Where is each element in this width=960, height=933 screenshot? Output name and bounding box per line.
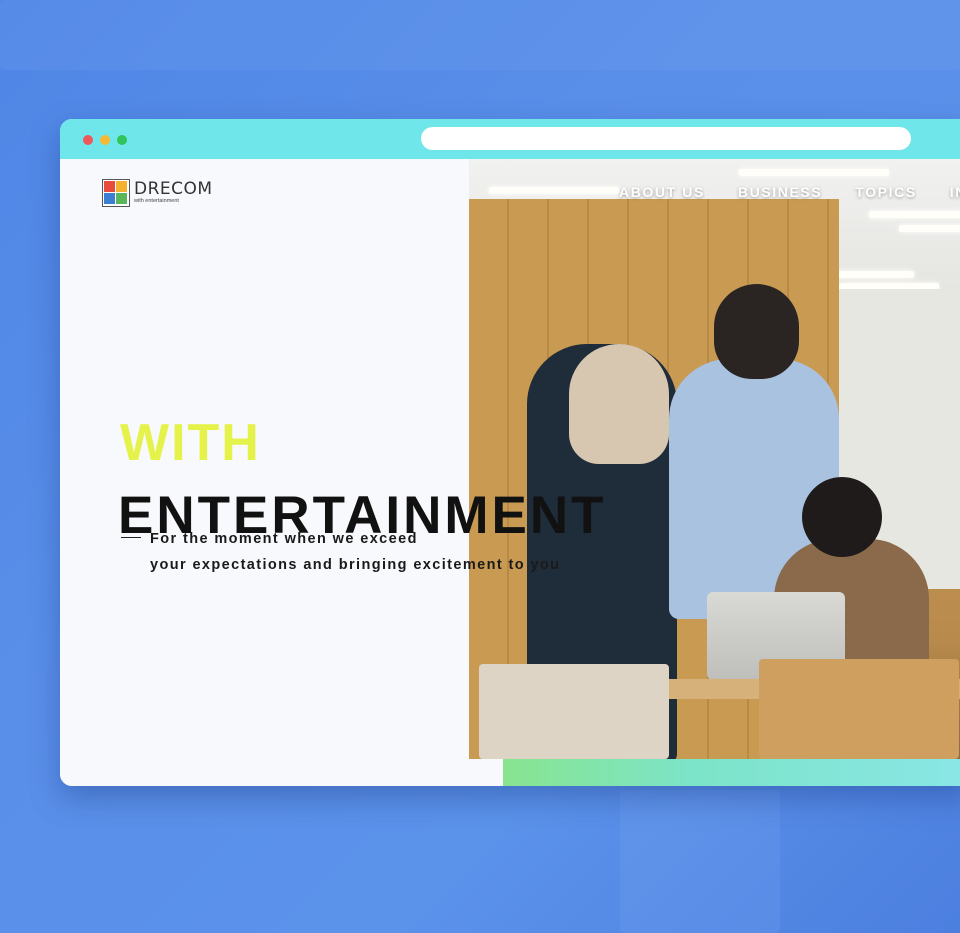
nav-topics[interactable]: TOPICS — [855, 184, 916, 200]
nav-about-us[interactable]: ABOUT US — [619, 184, 705, 200]
logo-icon — [102, 179, 130, 207]
logo-name: DRECOM — [134, 179, 213, 200]
hero-photo — [469, 159, 960, 759]
hero-title-line1: WITH — [120, 414, 261, 472]
close-window-dot[interactable] — [83, 135, 93, 145]
logo-subtitle: with entertainment — [134, 198, 179, 205]
drecom-logo[interactable]: DRECOM with entertainment — [102, 179, 213, 207]
browser-window: DRECOM with entertainment ABOUT US BUSIN… — [60, 119, 960, 786]
background-decoration — [620, 790, 780, 933]
address-bar[interactable] — [421, 127, 911, 150]
tagline-dash — [121, 537, 141, 538]
hero-tagline: For the moment when we exceed your expec… — [121, 526, 560, 578]
background-decoration — [0, 0, 960, 70]
nav-business[interactable]: BUSINESS — [738, 184, 822, 200]
tagline-line1: For the moment when we exceed — [150, 531, 418, 547]
minimize-window-dot[interactable] — [100, 135, 110, 145]
main-nav: ABOUT US BUSINESS TOPICS INV — [619, 184, 960, 200]
nav-investors[interactable]: INV — [950, 184, 960, 200]
browser-toolbar — [60, 119, 960, 159]
maximize-window-dot[interactable] — [117, 135, 127, 145]
web-page: DRECOM with entertainment ABOUT US BUSIN… — [60, 159, 960, 786]
tagline-line2: your expectations and bringing excitemen… — [150, 557, 561, 573]
accent-strip — [503, 759, 960, 786]
